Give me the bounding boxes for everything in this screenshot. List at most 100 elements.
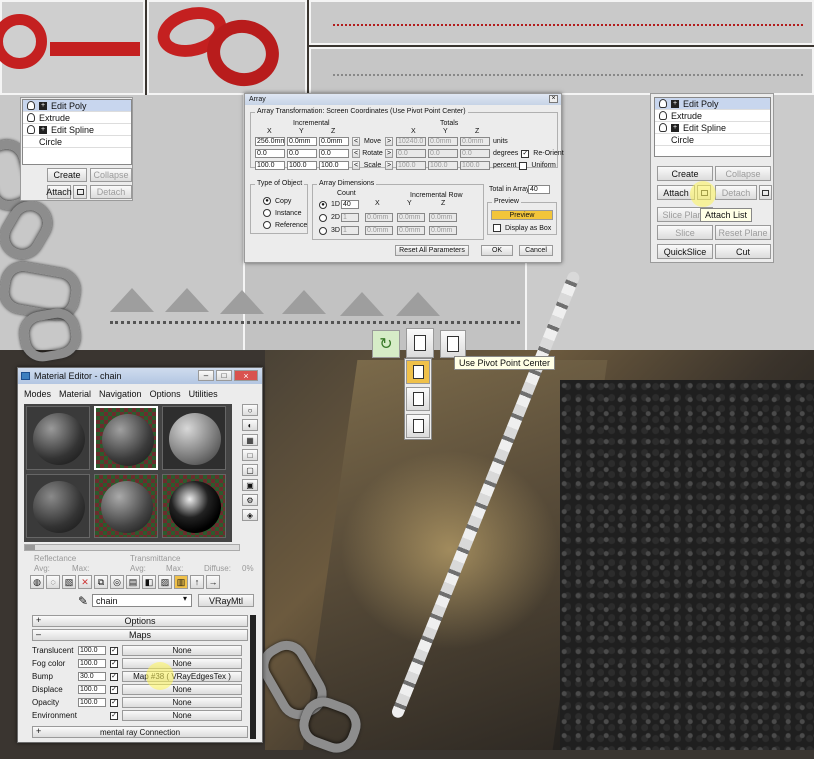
eyedropper-icon[interactable]: ✎ xyxy=(78,594,88,608)
menu-utilities[interactable]: Utilities xyxy=(189,389,218,399)
scale-y-input[interactable]: 100.0 xyxy=(287,161,317,170)
pivot-center-button[interactable] xyxy=(406,328,434,358)
lightbulb-icon[interactable] xyxy=(27,101,35,110)
stack-item[interactable]: Extrude xyxy=(655,110,770,122)
background-icon[interactable]: ▦ xyxy=(242,434,258,446)
pivot-point-center-button[interactable] xyxy=(406,414,430,438)
rotate-arrow-right[interactable]: > xyxy=(385,149,393,158)
lightbulb-icon[interactable] xyxy=(27,125,35,134)
rotate-y-input[interactable]: 0.0 xyxy=(287,149,317,158)
attach-list-button[interactable] xyxy=(73,185,87,199)
lightbulb-icon[interactable] xyxy=(659,123,667,132)
rotate-x-input[interactable]: 0.0 xyxy=(255,149,285,158)
map-amount[interactable]: 30.0 xyxy=(78,672,106,681)
checkbox-icon[interactable]: ✓ xyxy=(110,685,118,694)
mental-ray-rollout[interactable]: mental ray Connection xyxy=(32,726,248,738)
radio-icon[interactable] xyxy=(319,213,327,222)
row-3d-z[interactable]: 0.0mm xyxy=(429,226,457,235)
uniform-checkbox[interactable] xyxy=(519,161,528,170)
radio-icon[interactable]: ● xyxy=(263,197,271,205)
scale-total-z[interactable]: 100.0 xyxy=(460,161,490,170)
material-name-field[interactable]: chain xyxy=(92,594,192,607)
stack-item[interactable]: + Edit Spline xyxy=(23,124,131,136)
move-z-input[interactable]: 0.0mm xyxy=(319,137,349,146)
reorient-checkbox[interactable]: ✓ xyxy=(521,149,530,158)
sample-slot-2[interactable] xyxy=(94,406,158,470)
plus-icon[interactable]: + xyxy=(39,101,47,110)
checkbox-icon[interactable]: ✓ xyxy=(110,711,118,720)
sample-slot-1[interactable] xyxy=(26,406,90,470)
reset-all-button[interactable]: Reset All Parameters xyxy=(395,245,469,256)
plus-icon[interactable]: + xyxy=(671,99,679,108)
slots-scrollbar[interactable] xyxy=(24,544,240,551)
rotate-total-z[interactable]: 0.0 xyxy=(460,149,490,158)
scale-arrow-right[interactable]: > xyxy=(385,161,393,170)
menu-material[interactable]: Material xyxy=(59,389,91,399)
checkbox-icon[interactable] xyxy=(493,224,501,232)
scrollbar-thumb[interactable] xyxy=(25,545,35,550)
assign-to-selection-icon[interactable]: ▧ xyxy=(62,575,76,589)
stack-item[interactable]: + Edit Spline xyxy=(655,122,770,134)
options-icon[interactable]: ⚙ xyxy=(242,494,258,506)
row-2d-z[interactable]: 0.0mm xyxy=(429,213,457,222)
checkbox-icon[interactable]: ✓ xyxy=(110,698,118,707)
options-rollout[interactable]: Options xyxy=(32,615,248,627)
close-icon[interactable]: × xyxy=(234,370,258,381)
pivot-selection-center-button[interactable] xyxy=(406,360,430,384)
modifier-stack-right[interactable]: + Edit Poly Extrude + Edit Spline Circle xyxy=(654,97,771,157)
reference-radio[interactable]: Reference xyxy=(259,221,307,229)
stack-item[interactable]: + Edit Poly xyxy=(655,98,770,110)
pivot-center-button-2[interactable] xyxy=(440,330,466,358)
scale-x-input[interactable]: 100.0 xyxy=(255,161,285,170)
minimize-icon[interactable]: – xyxy=(198,370,214,381)
show-map-icon[interactable]: ▨ xyxy=(158,575,172,589)
scale-z-input[interactable]: 100.0 xyxy=(319,161,349,170)
move-total-x[interactable]: 10240.0 xyxy=(396,137,426,146)
row-2d-x[interactable]: 0.0mm xyxy=(365,213,393,222)
collapse-button[interactable]: Collapse xyxy=(715,166,771,181)
map-button[interactable]: None xyxy=(122,684,242,695)
move-y-input[interactable]: 0.0mm xyxy=(287,137,317,146)
make-preview-icon[interactable]: ▣ xyxy=(242,479,258,491)
move-total-z[interactable]: 0.0mm xyxy=(460,137,490,146)
select-by-material-icon[interactable]: ◈ xyxy=(242,509,258,521)
material-id-icon[interactable]: ◧ xyxy=(142,575,156,589)
rollout-scrollbar[interactable] xyxy=(250,615,256,739)
map-button[interactable]: None xyxy=(122,645,242,656)
make-unique-icon[interactable]: ◎ xyxy=(110,575,124,589)
detach-button[interactable]: Detach xyxy=(90,185,132,199)
sample-slot-6[interactable] xyxy=(162,474,226,538)
menu-navigation[interactable]: Navigation xyxy=(99,389,142,399)
modifier-stack-left[interactable]: + Edit Poly Extrude + Edit Spline Circle xyxy=(22,99,132,165)
map-amount[interactable]: 100.0 xyxy=(78,698,106,707)
plus-icon[interactable]: + xyxy=(39,125,47,134)
stack-item[interactable]: Extrude xyxy=(23,112,131,124)
sample-type-icon[interactable]: ○ xyxy=(242,404,258,416)
menu-options[interactable]: Options xyxy=(150,389,181,399)
go-to-parent-icon[interactable]: ↑ xyxy=(190,575,204,589)
put-to-scene-icon[interactable]: ◌ xyxy=(46,575,60,589)
map-amount[interactable]: 100.0 xyxy=(78,646,106,655)
checkbox-icon[interactable]: ✓ xyxy=(110,672,118,681)
map-button[interactable]: Map #38 ( VRayEdgesTex ) xyxy=(122,671,242,682)
pivot-transform-center-button[interactable] xyxy=(406,387,430,411)
scale-total-y[interactable]: 100.0 xyxy=(428,161,458,170)
put-to-library-icon[interactable]: ▤ xyxy=(126,575,140,589)
map-button[interactable]: None xyxy=(122,658,242,669)
copy-radio[interactable]: ● Copy xyxy=(259,197,291,205)
radio-icon[interactable] xyxy=(319,226,327,235)
map-button[interactable]: None xyxy=(122,710,242,721)
stack-item[interactable]: Circle xyxy=(23,136,131,148)
move-total-y[interactable]: 0.0mm xyxy=(428,137,458,146)
radio-icon[interactable] xyxy=(263,209,271,217)
go-forward-icon[interactable]: → xyxy=(206,575,220,589)
chevron-down-icon[interactable]: ▾ xyxy=(183,594,187,603)
create-button[interactable]: Create xyxy=(47,168,87,182)
stack-item[interactable]: Circle xyxy=(655,134,770,146)
map-amount[interactable]: 100.0 xyxy=(78,659,106,668)
display-as-box-toggle[interactable]: Display as Box xyxy=(489,224,551,232)
attach-button[interactable]: Attach xyxy=(46,185,72,199)
row-3d-y[interactable]: 0.0mm xyxy=(397,226,425,235)
rotate-z-input[interactable]: 0.0 xyxy=(319,149,349,158)
show-end-result-icon[interactable]: ▥ xyxy=(174,575,188,589)
